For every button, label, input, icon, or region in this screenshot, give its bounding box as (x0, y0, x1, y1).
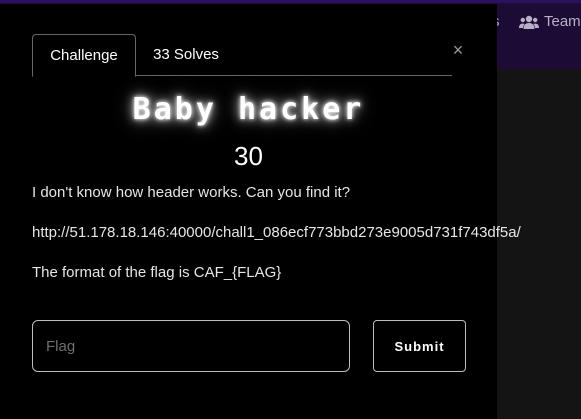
challenge-modal: × Challenge 33 Solves Baby hacker 30 I d… (0, 4, 521, 419)
challenge-link[interactable]: http://51.178.18.146:40000/chall1_086ecf… (32, 224, 521, 241)
flag-input[interactable] (32, 320, 350, 372)
nav-item-teams-label: Teams (544, 13, 581, 30)
flag-format-note: The format of the flag is CAF_{FLAG} (32, 264, 282, 281)
challenge-link-line: http://51.178.18.146:40000/chall1_086ecf… (32, 224, 521, 241)
challenge-title: Baby hacker (132, 92, 365, 127)
tab-challenge[interactable]: Challenge (32, 34, 136, 77)
tab-solves[interactable]: 33 Solves (136, 34, 236, 76)
users-icon (519, 15, 539, 29)
challenge-description: I don't know how header works. Can you f… (32, 184, 351, 201)
challenge-points: 30 (234, 141, 263, 171)
modal-tabs: Challenge 33 Solves (32, 34, 452, 77)
submit-button[interactable]: Submit (373, 320, 466, 372)
nav-item-teams[interactable]: Teams (519, 13, 581, 30)
page-background (497, 69, 581, 419)
